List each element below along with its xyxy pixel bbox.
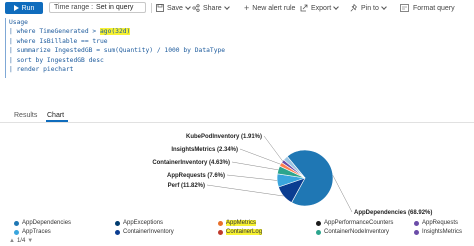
legend-label: AppRequests [422, 220, 459, 226]
legend-swatch [14, 229, 19, 235]
chevron-down-icon[interactable]: ▼ [27, 238, 33, 244]
pie-leader-line [332, 175, 353, 213]
legend-item[interactable]: ContainerInventory [115, 229, 174, 235]
legend-item[interactable]: AppDependencies [14, 220, 71, 226]
results-tabs: Results Chart [0, 109, 474, 123]
legend-swatch [115, 229, 120, 235]
new-alert-label: New alert rule [252, 4, 296, 12]
pie-label: ContainerInventory (4.63%) [152, 160, 230, 166]
legend-item[interactable]: AppRequests [414, 220, 458, 226]
legend-item[interactable]: AppPerformanceCounters [316, 220, 393, 226]
time-range-label: Time range : [54, 4, 94, 11]
legend-label: AppPerformanceCounters [324, 220, 394, 226]
save-label: Save [167, 4, 183, 12]
chevron-up-icon[interactable]: ▲ [9, 238, 15, 244]
query-line: | sort by IngestedGB desc [9, 56, 104, 64]
pager-text: 1/4 [16, 238, 26, 244]
time-range-value: Set in query [96, 4, 134, 11]
legend-item[interactable]: ContainerNodeInventory [316, 229, 389, 235]
save-button[interactable]: Save [156, 3, 191, 13]
legend-item[interactable]: InsightsMetrics [414, 229, 462, 235]
pie-leader-line [206, 184, 284, 197]
query-line: | summarize IngestedGB = sum(Quantity) /… [9, 47, 226, 55]
format-label: Format query [413, 4, 455, 12]
pie-leader-line [226, 174, 278, 181]
export-button[interactable]: Export [300, 3, 340, 13]
query-editor[interactable]: Usage | where TimeGenerated > ago(32d) | w… [0, 16, 474, 96]
save-icon [156, 4, 164, 12]
tab-chart[interactable]: Chart [47, 112, 64, 119]
pin-label: Pin to [361, 4, 379, 12]
legend-swatch [218, 229, 223, 235]
query-line: | where IsBillable == true [9, 37, 108, 45]
legend-label: ContainerNodeInventory [324, 229, 390, 235]
legend-label: ContainerInventory [123, 229, 174, 235]
share-icon [192, 4, 200, 12]
pie-label: Perf (11.82%) [168, 183, 205, 189]
legend-label: AppMetrics [226, 220, 257, 226]
query-line: Usage [9, 19, 28, 26]
legend-pager: ▲ 1/4 ▼ [9, 238, 33, 244]
legend-item[interactable]: AppMetrics [218, 220, 257, 226]
pie-label: AppRequests (7.6%) [167, 173, 225, 179]
chevron-down-icon [333, 4, 340, 10]
query-line: | where TimeGenerated > ago(32d) [9, 27, 225, 36]
pie-label: AppDependencies (68.92%) [354, 210, 432, 216]
legend-label: AppExceptions [123, 220, 164, 226]
pin-icon [350, 4, 357, 12]
share-button[interactable]: Share [192, 3, 230, 13]
pie-leader-line [231, 161, 279, 171]
export-label: Export [311, 4, 332, 12]
pie-chart: AppDependencies (68.92%) Perf (11.82%) App… [152, 134, 432, 216]
query-highlight: ago(32d) [100, 28, 131, 36]
play-icon [13, 5, 19, 11]
legend-label: AppDependencies [22, 220, 72, 226]
legend-swatch [14, 220, 19, 226]
editor-gutter [5, 18, 6, 78]
query-line-prefix: | where TimeGenerated > [9, 28, 100, 36]
legend-item[interactable]: AppExceptions [115, 220, 163, 226]
run-button[interactable]: Run [5, 2, 43, 14]
query-toolbar: Run Time range : Set in query Save Share… [0, 0, 474, 16]
pie-leader-line [263, 135, 283, 162]
legend-swatch [115, 220, 120, 226]
legend-item[interactable]: ContainerLog [218, 229, 263, 235]
query-text[interactable]: Usage | where TimeGenerated > ago(32d) | w… [9, 18, 225, 74]
plus-icon: + [244, 3, 250, 13]
toolbar-divider [151, 3, 152, 13]
export-icon [300, 4, 308, 12]
legend-item[interactable]: AppTraces [14, 229, 51, 235]
legend-swatch [218, 220, 223, 226]
format-icon [400, 4, 409, 12]
chart-legend: AppDependencies AppExceptions AppMetrics Ap… [0, 218, 474, 246]
legend-swatch [316, 220, 321, 226]
legend-label: AppTraces [22, 229, 51, 235]
run-label: Run [21, 4, 35, 12]
legend-label: ContainerLog [226, 229, 263, 235]
share-label: Share [203, 4, 222, 12]
tab-results[interactable]: Results [14, 112, 37, 119]
pie-leader-line [239, 148, 281, 165]
format-query-button[interactable]: Format query [400, 3, 455, 13]
time-range-picker[interactable]: Time range : Set in query [49, 2, 146, 13]
legend-swatch [316, 229, 321, 235]
pie-label: InsightsMetrics (2.34%) [171, 147, 238, 153]
pin-to-button[interactable]: Pin to [350, 3, 387, 13]
legend-swatch [414, 229, 419, 235]
pie-label: KubePodInventory (1.91%) [186, 134, 262, 140]
legend-label: InsightsMetrics [422, 229, 463, 235]
query-line: | render piechart [9, 66, 74, 74]
legend-swatch [414, 220, 419, 226]
new-alert-rule-button[interactable]: + New alert rule [244, 3, 295, 13]
chevron-down-icon [381, 4, 387, 10]
chevron-down-icon [223, 4, 230, 10]
chevron-down-icon [185, 4, 191, 10]
